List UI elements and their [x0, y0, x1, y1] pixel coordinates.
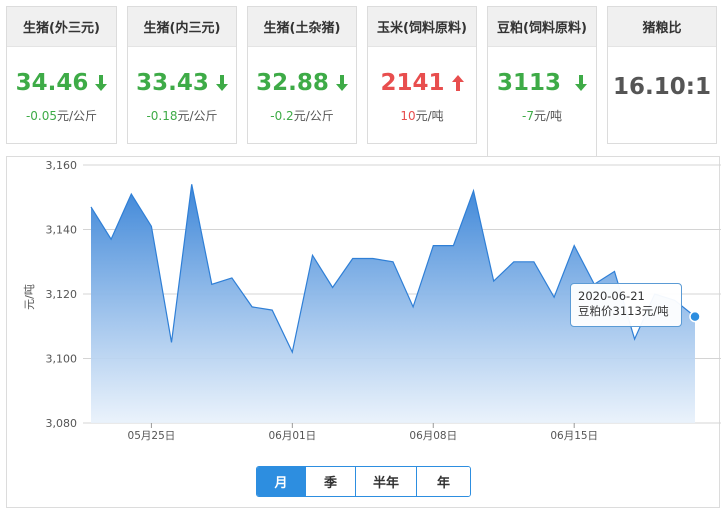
highlighted-data-point[interactable]: [689, 310, 701, 323]
card-change: -0.05元/公斤: [25, 109, 98, 123]
x-tick-label: 05月25日: [128, 430, 176, 442]
card-price: 34.46: [7, 69, 116, 97]
tooltip-date: 2020-06-21: [578, 289, 645, 303]
price-chart: 3,160 3,140 3,120 3,100 3,080 05月25日 06月01日 06月…: [6, 156, 721, 508]
card-change: -0.18元/公斤: [146, 109, 218, 123]
price-card-pig-grain-ratio[interactable]: 猪粮比 16.10:1: [607, 6, 717, 144]
x-tick-label: 06月01日: [268, 430, 316, 442]
card-title: 猪粮比: [608, 7, 716, 47]
x-tick-label: 06月15日: [550, 430, 598, 442]
y-tick-label: 3,100: [46, 353, 78, 366]
card-price: 2141: [368, 69, 476, 97]
tooltip-value: 豆粕价3113元/吨: [578, 304, 669, 318]
chart-tooltip: 2020-06-21 豆粕价3113元/吨: [570, 283, 682, 327]
card-title: 生猪(内三元): [128, 7, 236, 47]
card-change: -7元/吨: [521, 109, 562, 123]
arrow-down-icon: [95, 75, 108, 91]
card-price: 16.10:1: [613, 74, 711, 100]
time-range-selector: 月 季 半年 年: [256, 466, 471, 497]
price-card-pig-outer[interactable]: 生猪(外三元) 34.46 -0.05元/公斤: [6, 6, 117, 144]
card-title: 豆粕(饲料原料): [488, 7, 596, 47]
card-price: 33.43: [128, 69, 236, 97]
price-card-pig-local[interactable]: 生猪(土杂猪) 32.88 -0.2元/公斤: [247, 6, 357, 144]
price-card-pig-inner[interactable]: 生猪(内三元) 33.43 -0.18元/公斤: [127, 6, 237, 144]
y-axis-label: 元/吨: [23, 284, 36, 310]
area-chart: 3,160 3,140 3,120 3,100 3,080 05月25日 06月01日 06月…: [23, 159, 721, 442]
card-title: 生猪(土杂猪): [248, 7, 356, 47]
arrow-up-icon: [451, 75, 464, 91]
x-tick-label: 06月08日: [409, 430, 457, 442]
card-change: 10元/吨: [400, 109, 444, 123]
range-half-year-button[interactable]: 半年: [356, 467, 417, 496]
arrow-down-icon: [335, 75, 348, 91]
y-tick-label: 3,160: [46, 159, 78, 172]
card-change: -0.2元/公斤: [270, 109, 334, 123]
y-tick-label: 3,140: [46, 224, 78, 237]
price-card-corn[interactable]: 玉米(饲料原料) 2141 10元/吨: [367, 6, 477, 144]
arrow-down-icon: [575, 75, 587, 91]
arrow-down-icon: [215, 75, 228, 91]
range-month-button[interactable]: 月: [257, 467, 306, 496]
card-price: 3113: [488, 69, 596, 97]
price-card-soymeal[interactable]: 豆粕(饲料原料) 3113 -7元/吨: [487, 6, 597, 156]
card-price: 32.88: [248, 69, 356, 97]
y-tick-label: 3,080: [46, 417, 78, 430]
card-title: 生猪(外三元): [7, 7, 116, 47]
y-tick-label: 3,120: [46, 288, 78, 301]
range-quarter-button[interactable]: 季: [306, 467, 356, 496]
card-title: 玉米(饲料原料): [368, 7, 476, 47]
range-year-button[interactable]: 年: [417, 467, 470, 496]
